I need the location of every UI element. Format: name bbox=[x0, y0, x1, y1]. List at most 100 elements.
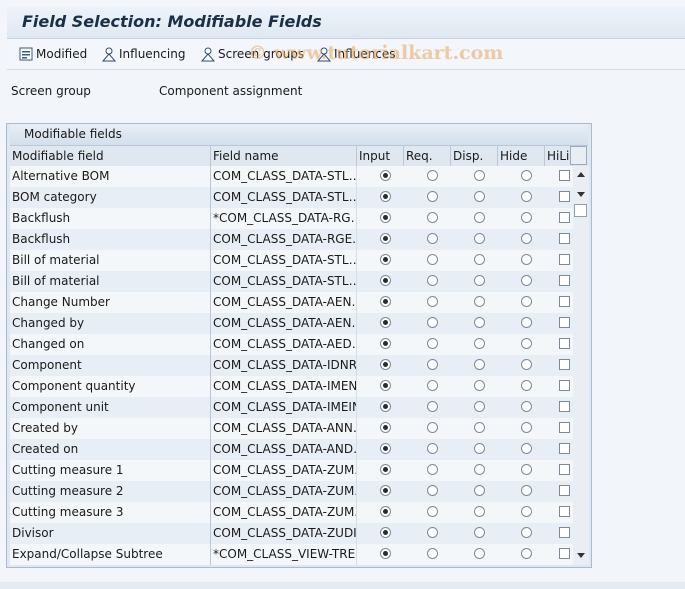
req-radio[interactable] bbox=[427, 527, 438, 538]
req-radio[interactable] bbox=[427, 212, 438, 223]
disp-radio[interactable] bbox=[474, 233, 485, 244]
input-radio[interactable] bbox=[380, 338, 391, 349]
req-radio[interactable] bbox=[427, 443, 438, 454]
disp-radio[interactable] bbox=[474, 191, 485, 202]
hide-radio[interactable] bbox=[521, 443, 532, 454]
input-radio[interactable] bbox=[380, 464, 391, 475]
req-radio[interactable] bbox=[427, 380, 438, 391]
column-header-modifiable-field[interactable]: Modifiable field bbox=[10, 146, 211, 166]
req-radio[interactable] bbox=[427, 506, 438, 517]
disp-radio[interactable] bbox=[474, 422, 485, 433]
hide-radio[interactable] bbox=[521, 296, 532, 307]
input-radio[interactable] bbox=[380, 485, 391, 496]
input-radio[interactable] bbox=[380, 170, 391, 181]
hili-checkbox[interactable] bbox=[559, 422, 570, 433]
hili-checkbox[interactable] bbox=[559, 485, 570, 496]
disp-radio[interactable] bbox=[474, 275, 485, 286]
req-radio[interactable] bbox=[427, 359, 438, 370]
req-radio[interactable] bbox=[427, 464, 438, 475]
hide-radio[interactable] bbox=[521, 170, 532, 181]
column-header-hide[interactable]: Hide bbox=[498, 146, 545, 166]
input-radio[interactable] bbox=[380, 548, 391, 559]
hili-checkbox[interactable] bbox=[559, 254, 570, 265]
hide-radio[interactable] bbox=[521, 317, 532, 328]
screen-groups-button[interactable]: Screen groups bbox=[200, 45, 304, 63]
input-radio[interactable] bbox=[380, 527, 391, 538]
scroll-down-arrow-icon[interactable] bbox=[577, 553, 585, 558]
hili-checkbox[interactable] bbox=[559, 296, 570, 307]
disp-radio[interactable] bbox=[474, 170, 485, 181]
disp-radio[interactable] bbox=[474, 317, 485, 328]
input-radio[interactable] bbox=[380, 233, 391, 244]
req-radio[interactable] bbox=[427, 191, 438, 202]
req-radio[interactable] bbox=[427, 317, 438, 328]
influences-button[interactable]: Influences bbox=[316, 45, 396, 63]
hili-checkbox[interactable] bbox=[559, 233, 570, 244]
input-radio[interactable] bbox=[380, 317, 391, 328]
input-radio[interactable] bbox=[380, 422, 391, 433]
hili-checkbox[interactable] bbox=[559, 506, 570, 517]
input-radio[interactable] bbox=[380, 443, 391, 454]
hide-radio[interactable] bbox=[521, 548, 532, 559]
disp-radio[interactable] bbox=[474, 380, 485, 391]
disp-radio[interactable] bbox=[474, 254, 485, 265]
vertical-scrollbar[interactable] bbox=[573, 166, 589, 565]
input-radio[interactable] bbox=[380, 275, 391, 286]
disp-radio[interactable] bbox=[474, 548, 485, 559]
scroll-page-down-arrow-icon[interactable] bbox=[577, 192, 585, 197]
modified-button[interactable]: Modified bbox=[18, 45, 87, 63]
scrollbar-thumb[interactable] bbox=[574, 204, 587, 217]
column-header-field-name[interactable]: Field name bbox=[211, 146, 357, 166]
hili-checkbox[interactable] bbox=[559, 548, 570, 559]
hili-checkbox[interactable] bbox=[559, 380, 570, 391]
disp-radio[interactable] bbox=[474, 338, 485, 349]
hide-radio[interactable] bbox=[521, 506, 532, 517]
hide-radio[interactable] bbox=[521, 401, 532, 412]
disp-radio[interactable] bbox=[474, 464, 485, 475]
hili-checkbox[interactable] bbox=[559, 317, 570, 328]
column-header-input[interactable]: Input bbox=[357, 146, 404, 166]
hide-radio[interactable] bbox=[521, 191, 532, 202]
req-radio[interactable] bbox=[427, 422, 438, 433]
hide-radio[interactable] bbox=[521, 485, 532, 496]
req-radio[interactable] bbox=[427, 170, 438, 181]
disp-radio[interactable] bbox=[474, 443, 485, 454]
disp-radio[interactable] bbox=[474, 401, 485, 412]
disp-radio[interactable] bbox=[474, 506, 485, 517]
disp-radio[interactable] bbox=[474, 527, 485, 538]
hide-radio[interactable] bbox=[521, 233, 532, 244]
input-radio[interactable] bbox=[380, 401, 391, 412]
disp-radio[interactable] bbox=[474, 296, 485, 307]
input-radio[interactable] bbox=[380, 359, 391, 370]
influencing-button[interactable]: Influencing bbox=[101, 45, 185, 63]
hide-radio[interactable] bbox=[521, 254, 532, 265]
req-radio[interactable] bbox=[427, 254, 438, 265]
input-radio[interactable] bbox=[380, 296, 391, 307]
column-header-req[interactable]: Req. bbox=[404, 146, 451, 166]
hide-radio[interactable] bbox=[521, 527, 532, 538]
input-radio[interactable] bbox=[380, 506, 391, 517]
hide-radio[interactable] bbox=[521, 338, 532, 349]
req-radio[interactable] bbox=[427, 338, 438, 349]
hili-checkbox[interactable] bbox=[559, 275, 570, 286]
hide-radio[interactable] bbox=[521, 275, 532, 286]
hili-checkbox[interactable] bbox=[559, 191, 570, 202]
hili-checkbox[interactable] bbox=[559, 338, 570, 349]
req-radio[interactable] bbox=[427, 401, 438, 412]
input-radio[interactable] bbox=[380, 191, 391, 202]
input-radio[interactable] bbox=[380, 380, 391, 391]
disp-radio[interactable] bbox=[474, 359, 485, 370]
hili-checkbox[interactable] bbox=[559, 443, 570, 454]
disp-radio[interactable] bbox=[474, 485, 485, 496]
hide-radio[interactable] bbox=[521, 464, 532, 475]
hide-radio[interactable] bbox=[521, 422, 532, 433]
hili-checkbox[interactable] bbox=[559, 464, 570, 475]
input-radio[interactable] bbox=[380, 254, 391, 265]
hili-checkbox[interactable] bbox=[559, 212, 570, 223]
input-radio[interactable] bbox=[380, 212, 391, 223]
hide-radio[interactable] bbox=[521, 212, 532, 223]
req-radio[interactable] bbox=[427, 296, 438, 307]
hili-checkbox[interactable] bbox=[559, 170, 570, 181]
column-header-hili[interactable]: HiLi bbox=[545, 146, 573, 166]
req-radio[interactable] bbox=[427, 233, 438, 244]
